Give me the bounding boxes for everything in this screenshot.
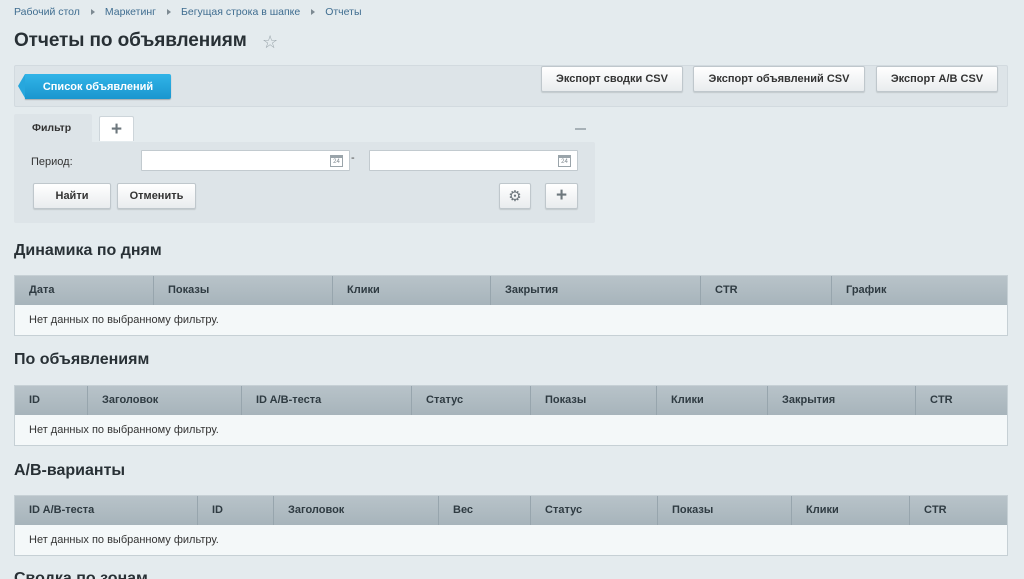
grid-header: Дата Показы Клики Закрытия CTR График: [15, 276, 1007, 305]
column-id[interactable]: ID: [197, 496, 273, 525]
tab-filter[interactable]: Фильтр: [14, 114, 92, 144]
ads-list-button[interactable]: Список объявлений: [18, 74, 171, 99]
breadcrumb-item-marketing[interactable]: Маркетинг: [105, 6, 156, 18]
breadcrumb-item-reports[interactable]: Отчеты: [325, 6, 361, 18]
gear-icon: ⚙: [508, 188, 522, 205]
section-title-zones: Сводка по зонам: [14, 570, 148, 579]
column-ab-test-id[interactable]: ID A/B-теста: [241, 386, 411, 415]
column-ctr[interactable]: CTR: [915, 386, 1007, 415]
column-ctr[interactable]: CTR: [700, 276, 831, 305]
empty-message: Нет данных по выбранному фильтру.: [15, 525, 1007, 555]
add-filter-tab-button[interactable]: +: [99, 116, 134, 141]
column-chart[interactable]: График: [831, 276, 1007, 305]
column-impressions[interactable]: Показы: [153, 276, 332, 305]
column-ctr[interactable]: CTR: [909, 496, 1007, 525]
ab-grid: ID A/B-теста ID Заголовок Вес Статус Пок…: [14, 495, 1008, 556]
ads-grid: ID Заголовок ID A/B-теста Статус Показы …: [14, 385, 1008, 446]
breadcrumb-item-desktop[interactable]: Рабочий стол: [14, 6, 80, 18]
star-icon[interactable]: ☆: [262, 32, 278, 52]
empty-message: Нет данных по выбранному фильтру.: [15, 415, 1007, 445]
filter-settings-button[interactable]: ⚙: [499, 183, 531, 209]
column-impressions[interactable]: Показы: [657, 496, 791, 525]
date-from-input[interactable]: 24: [141, 150, 350, 171]
section-title-ads: По объявлениям: [14, 351, 150, 368]
column-ab-test-id[interactable]: ID A/B-теста: [15, 496, 197, 525]
export-ab-button[interactable]: Экспорт A/B CSV: [876, 66, 998, 92]
page-title: Отчеты по объявлениям: [14, 30, 247, 51]
column-closes[interactable]: Закрытия: [490, 276, 700, 305]
export-summary-button[interactable]: Экспорт сводки CSV: [541, 66, 683, 92]
column-closes[interactable]: Закрытия: [767, 386, 915, 415]
calendar-icon[interactable]: 24: [330, 155, 343, 167]
breadcrumb: Рабочий стол Маркетинг Бегущая строка в …: [14, 5, 362, 19]
filter-panel: Период: 24 - 24 Найти Отменить ⚙ +: [14, 142, 595, 223]
export-ads-button[interactable]: Экспорт объявлений CSV: [693, 66, 865, 92]
column-date[interactable]: Дата: [15, 276, 153, 305]
column-clicks[interactable]: Клики: [791, 496, 909, 525]
breadcrumb-separator-icon: [166, 9, 171, 15]
date-separator: -: [351, 152, 355, 164]
section-title-daily: Динамика по дням: [14, 242, 162, 259]
breadcrumb-separator-icon: [311, 9, 316, 15]
section-title-ab: A/B-варианты: [14, 462, 126, 479]
date-to-input[interactable]: 24: [369, 150, 578, 171]
toolbar: Список объявлений Экспорт сводки CSV Экс…: [14, 65, 1008, 107]
column-id[interactable]: ID: [15, 386, 87, 415]
plus-icon: +: [110, 118, 123, 140]
column-title[interactable]: Заголовок: [87, 386, 241, 415]
breadcrumb-separator-icon: [90, 9, 95, 15]
plus-icon: +: [555, 185, 568, 206]
add-filter-field-button[interactable]: +: [545, 183, 578, 209]
column-status[interactable]: Статус: [411, 386, 530, 415]
column-impressions[interactable]: Показы: [530, 386, 656, 415]
column-status[interactable]: Статус: [530, 496, 657, 525]
column-clicks[interactable]: Клики: [656, 386, 767, 415]
find-button[interactable]: Найти: [33, 183, 111, 209]
empty-message: Нет данных по выбранному фильтру.: [15, 305, 1007, 335]
period-label: Период:: [31, 156, 73, 168]
column-clicks[interactable]: Клики: [332, 276, 490, 305]
grid-header: ID Заголовок ID A/B-теста Статус Показы …: [15, 386, 1007, 415]
cancel-button[interactable]: Отменить: [117, 183, 196, 209]
column-weight[interactable]: Вес: [438, 496, 530, 525]
column-title[interactable]: Заголовок: [273, 496, 438, 525]
grid-header: ID A/B-теста ID Заголовок Вес Статус Пок…: [15, 496, 1007, 525]
daily-grid: Дата Показы Клики Закрытия CTR График Не…: [14, 275, 1008, 336]
minimize-filter-icon[interactable]: [575, 128, 586, 130]
calendar-icon[interactable]: 24: [558, 155, 571, 167]
breadcrumb-item-ticker[interactable]: Бегущая строка в шапке: [181, 6, 300, 18]
